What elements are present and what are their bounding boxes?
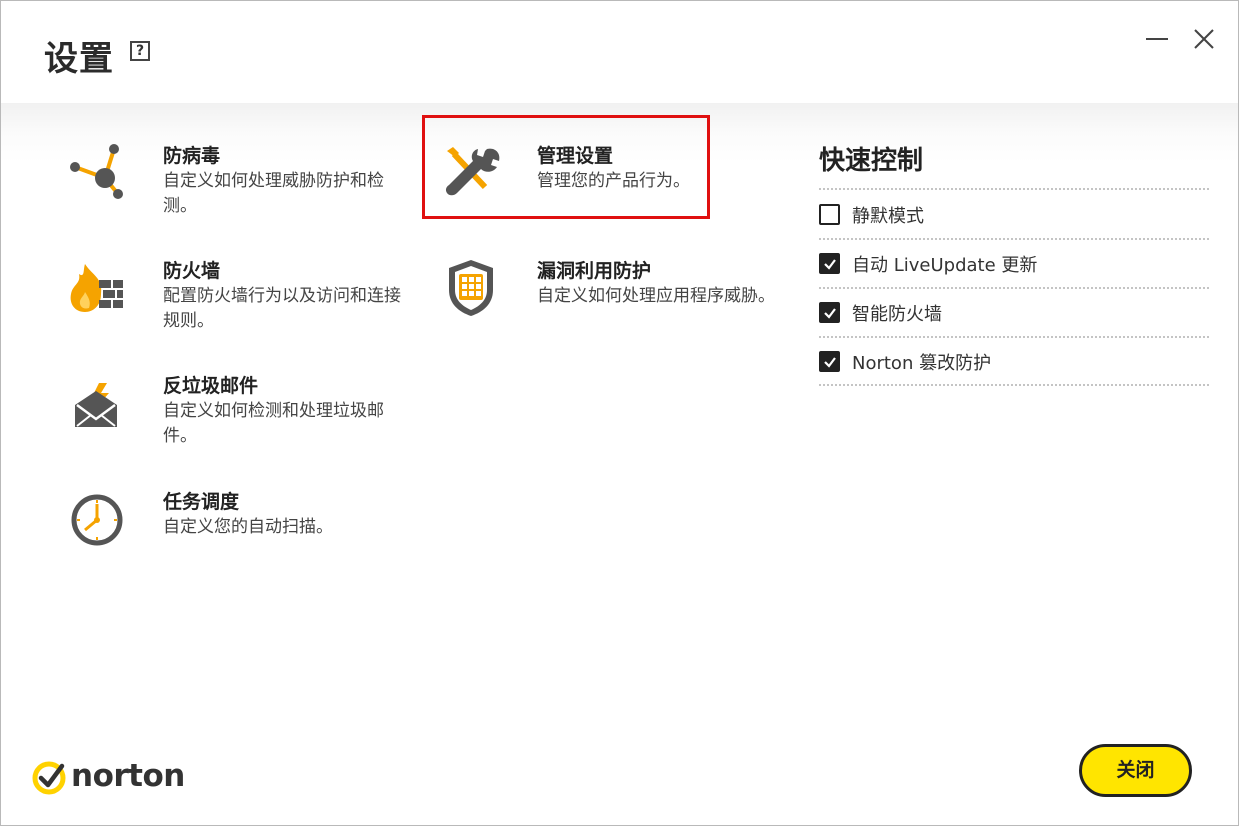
brand-wordmark: norton bbox=[71, 758, 185, 794]
shield-grid-icon bbox=[449, 260, 493, 316]
tile-description: 自定义如何处理应用程序威胁。 bbox=[537, 286, 775, 306]
tile-title: 漏洞利用防护 bbox=[537, 260, 652, 282]
close-button[interactable]: 关闭 bbox=[1079, 744, 1192, 797]
checkbox-checked[interactable] bbox=[819, 253, 840, 274]
tile-antivirus[interactable]: 防病毒 自定义如何处理威胁防护和检测。 bbox=[63, 141, 384, 231]
divider bbox=[819, 238, 1209, 240]
page-title: 设置 bbox=[44, 39, 114, 79]
norton-check-icon bbox=[32, 761, 66, 795]
tile-title: 任务调度 bbox=[163, 491, 240, 513]
tile-task-scheduling[interactable]: 任务调度 自定义您的自动扫描。 bbox=[63, 487, 383, 577]
tile-exploit-prevention[interactable]: 漏洞利用防护 自定义如何处理应用程序威胁。 bbox=[437, 256, 775, 346]
divider bbox=[819, 188, 1209, 190]
minimize-button[interactable] bbox=[1144, 25, 1172, 53]
checkmark-icon bbox=[824, 308, 836, 319]
help-icon[interactable]: ? bbox=[130, 41, 150, 61]
firewall-icon bbox=[70, 264, 123, 312]
tile-title: 防火墙 bbox=[163, 260, 221, 282]
checkbox-checked[interactable] bbox=[819, 351, 840, 372]
settings-window: 设置 ? 防病毒 自定义如何处理威胁防护和检测。 防火墙 配置防火墙行为以及访问… bbox=[0, 0, 1239, 826]
divider bbox=[819, 287, 1209, 289]
quick-control-label: Norton 篡改防护 bbox=[852, 353, 992, 374]
quick-control-silent-mode[interactable]: 静默模式 bbox=[819, 199, 1209, 233]
quick-control-auto-liveupdate[interactable]: 自动 LiveUpdate 更新 bbox=[819, 248, 1209, 282]
quick-control-label: 静默模式 bbox=[852, 206, 924, 227]
tile-title: 防病毒 bbox=[163, 145, 221, 167]
close-window-button[interactable] bbox=[1190, 25, 1218, 53]
quick-control-label: 自动 LiveUpdate 更新 bbox=[852, 255, 1038, 276]
close-icon bbox=[1194, 29, 1214, 49]
clock-icon bbox=[71, 494, 123, 546]
tile-title: 反垃圾邮件 bbox=[163, 375, 259, 397]
quick-controls-title: 快速控制 bbox=[819, 146, 924, 176]
checkmark-icon bbox=[824, 259, 836, 270]
tile-description: 自定义如何处理威胁防护和检测。 bbox=[163, 171, 384, 216]
antispam-envelope-icon bbox=[75, 383, 117, 427]
checkmark-icon bbox=[824, 357, 836, 368]
norton-logo: norton bbox=[31, 758, 191, 798]
selection-highlight bbox=[422, 115, 710, 219]
divider bbox=[819, 336, 1209, 338]
tile-firewall[interactable]: 防火墙 配置防火墙行为以及访问和连接规则。 bbox=[63, 256, 401, 346]
antivirus-network-icon bbox=[70, 144, 123, 199]
quick-control-smart-firewall[interactable]: 智能防火墙 bbox=[819, 297, 1209, 331]
quick-control-label: 智能防火墙 bbox=[852, 304, 942, 325]
tile-description: 配置防火墙行为以及访问和连接规则。 bbox=[163, 286, 401, 331]
quick-control-tamper-protection[interactable]: Norton 篡改防护 bbox=[819, 346, 1209, 380]
title-bar: 设置 ? bbox=[1, 1, 1238, 103]
checkbox-checked[interactable] bbox=[819, 302, 840, 323]
tile-description: 自定义如何检测和处理垃圾邮件。 bbox=[163, 401, 384, 446]
tile-antispam[interactable]: 反垃圾邮件 自定义如何检测和处理垃圾邮件。 bbox=[63, 371, 384, 461]
tile-description: 自定义您的自动扫描。 bbox=[163, 517, 333, 537]
divider bbox=[819, 384, 1209, 386]
checkbox-unchecked[interactable] bbox=[819, 204, 840, 225]
